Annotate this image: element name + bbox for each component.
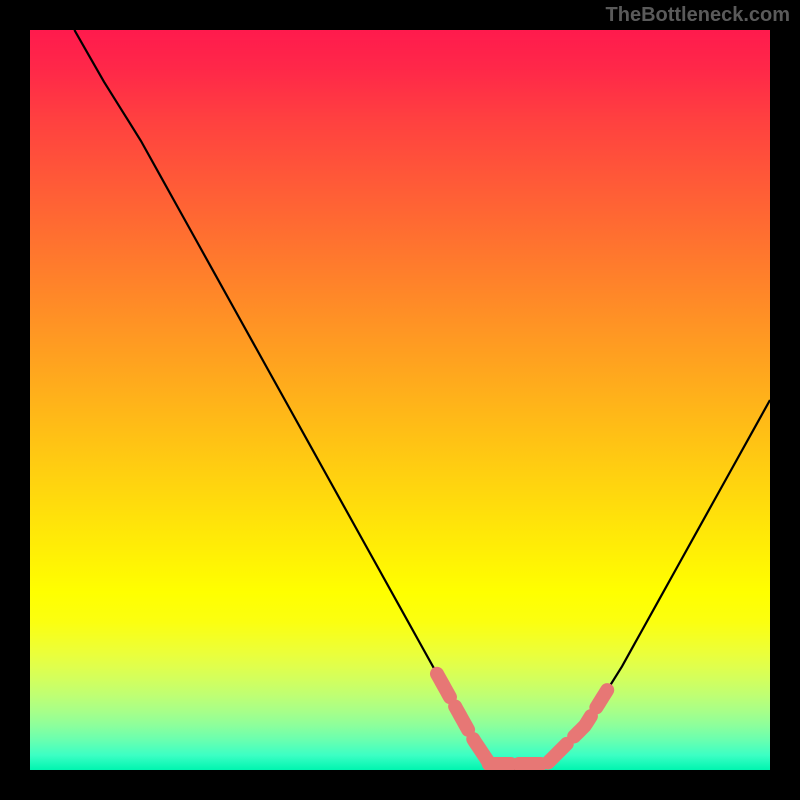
curve-svg <box>30 30 770 770</box>
plot-area <box>30 30 770 770</box>
highlight-dash <box>548 744 567 763</box>
highlight-dash <box>574 716 591 736</box>
highlight-dash <box>596 690 607 707</box>
highlight-band <box>437 674 607 764</box>
bottleneck-curve <box>74 30 770 770</box>
watermark-text: TheBottleneck.com <box>606 4 790 27</box>
highlight-dash <box>455 706 468 729</box>
chart-container: TheBottleneck.com <box>0 0 800 800</box>
highlight-dash <box>437 674 450 697</box>
